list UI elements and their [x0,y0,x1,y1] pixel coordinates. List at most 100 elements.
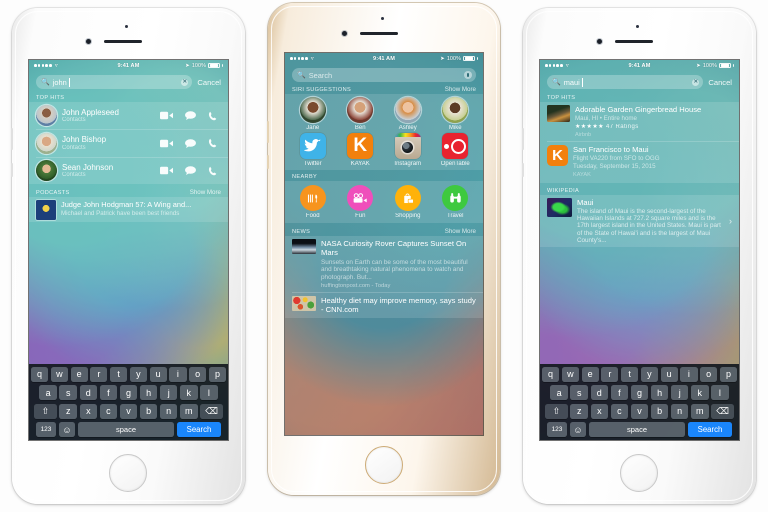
search-key[interactable]: Search [177,422,221,437]
key-l[interactable]: l [200,385,218,401]
key-v[interactable]: v [119,403,138,419]
key-m[interactable]: m [691,403,709,419]
power-button-right[interactable] [521,128,524,150]
key-q[interactable]: q [541,366,560,382]
power-button-left[interactable] [10,128,13,150]
key-j[interactable]: j [670,385,689,401]
key-b[interactable]: b [139,403,158,419]
key-q[interactable]: q [30,366,49,382]
keyboard-left[interactable]: q w e r t y u i o p a s d f g h j k l ⇧ … [29,363,228,440]
key-a[interactable]: a [39,385,57,401]
top-hit-row-flight[interactable]: K San Francisco to Maui Flight VA220 fro… [540,142,739,183]
key-p[interactable]: p [719,366,738,382]
key-y[interactable]: y [640,366,658,382]
power-button-middle[interactable] [266,121,269,143]
siri-app-tile[interactable]: K KAYAK [340,133,380,167]
key-f[interactable]: f [99,385,118,401]
key-s[interactable]: s [59,385,77,401]
key-z[interactable]: z [59,403,77,419]
search-input-middle[interactable]: 🔍 Search [292,68,476,82]
microphone-icon[interactable] [463,70,472,80]
key-l[interactable]: l [711,385,729,401]
key-w[interactable]: w [561,366,579,382]
key-r[interactable]: r [90,366,108,382]
key-x[interactable]: x [79,403,98,419]
search-input-right[interactable]: 🔍 maui ✕ [547,75,704,89]
key-k[interactable]: k [691,385,709,401]
key-y[interactable]: y [129,366,147,382]
show-more-button[interactable]: Show More [190,189,221,196]
chevron-right-icon[interactable]: › [726,216,732,226]
key-t[interactable]: t [110,366,128,382]
key-i[interactable]: i [680,366,698,382]
key-j[interactable]: j [159,385,178,401]
key-g[interactable]: g [630,385,649,401]
search-bar-middle[interactable]: 🔍 Search [285,67,483,83]
podcast-row[interactable]: Judge John Hodgman 57: A Wing and... Mic… [29,197,228,222]
key-g[interactable]: g [119,385,138,401]
nearby-tile-fun[interactable]: Fun [340,185,380,219]
message-icon[interactable] [185,111,196,120]
cancel-button-left[interactable]: Cancel [197,78,221,87]
key-x[interactable]: x [590,403,609,419]
key-n[interactable]: n [159,403,178,419]
key-m[interactable]: m [180,403,198,419]
space-key[interactable]: space [589,422,685,437]
contact-row[interactable]: John Appleseed Contacts [29,102,228,129]
home-button-middle[interactable] [365,446,403,484]
top-hit-row-airbnb[interactable]: Adorable Garden Gingerbread House Maui, … [540,102,739,141]
cancel-button-right[interactable]: Cancel [708,78,732,87]
key-w[interactable]: w [50,366,68,382]
key-i[interactable]: i [169,366,187,382]
key-k[interactable]: k [180,385,198,401]
key-u[interactable]: u [660,366,678,382]
phone-icon[interactable] [208,166,217,176]
search-input-left[interactable]: 🔍 john ✕ [36,75,193,89]
key-a[interactable]: a [550,385,568,401]
news-row[interactable]: NASA Curiosity Rover Captures Sunset On … [285,236,483,292]
home-button-left[interactable] [109,454,147,492]
key-n[interactable]: n [670,403,689,419]
emoji-icon[interactable]: ☺ [570,422,586,437]
search-bar-left[interactable]: 🔍 john ✕ Cancel [29,74,228,90]
key-o[interactable]: o [700,366,718,382]
volume-up-button-right[interactable] [521,163,524,177]
numbers-key[interactable]: 123 [547,422,567,437]
volume-up-button-left[interactable] [10,163,13,177]
search-key[interactable]: Search [688,422,732,437]
key-u[interactable]: u [149,366,167,382]
siri-person-tile[interactable]: Mike [435,97,475,131]
show-more-button[interactable]: Show More [445,228,476,235]
show-more-button[interactable]: Show More [445,86,476,93]
shift-icon[interactable]: ⇧ [544,403,568,419]
key-r[interactable]: r [601,366,619,382]
key-d[interactable]: d [590,385,609,401]
keyboard-right[interactable]: q w e r t y u i o p a s d f g h j k l ⇧ … [540,363,739,440]
news-row[interactable]: Healthy diet may improve memory, says st… [285,293,483,318]
key-f[interactable]: f [610,385,629,401]
siri-app-tile[interactable]: Twitter [293,133,333,167]
key-z[interactable]: z [570,403,588,419]
numbers-key[interactable]: 123 [36,422,56,437]
key-t[interactable]: t [621,366,639,382]
message-icon[interactable] [185,138,196,148]
key-s[interactable]: s [570,385,588,401]
message-icon[interactable] [185,166,196,175]
nearby-tile-travel[interactable]: Travel [435,185,475,219]
video-icon[interactable] [160,166,173,175]
key-d[interactable]: d [79,385,98,401]
key-c[interactable]: c [99,403,118,419]
key-e[interactable]: e [70,366,88,382]
wikipedia-row[interactable]: Maui The island of Maui is the second-la… [540,195,739,247]
nearby-tile-shopping[interactable]: Shopping [388,185,428,219]
search-bar-right[interactable]: 🔍 maui ✕ Cancel [540,74,739,90]
backspace-icon[interactable]: ⌫ [200,403,224,419]
siri-person-tile[interactable]: Ashley [388,97,428,131]
siri-person-tile[interactable]: Jane [293,97,333,131]
key-h[interactable]: h [139,385,158,401]
key-v[interactable]: v [630,403,649,419]
volume-up-button-middle[interactable] [266,155,269,169]
clear-icon[interactable]: ✕ [692,78,700,86]
emoji-icon[interactable]: ☺ [59,422,75,437]
key-o[interactable]: o [189,366,207,382]
